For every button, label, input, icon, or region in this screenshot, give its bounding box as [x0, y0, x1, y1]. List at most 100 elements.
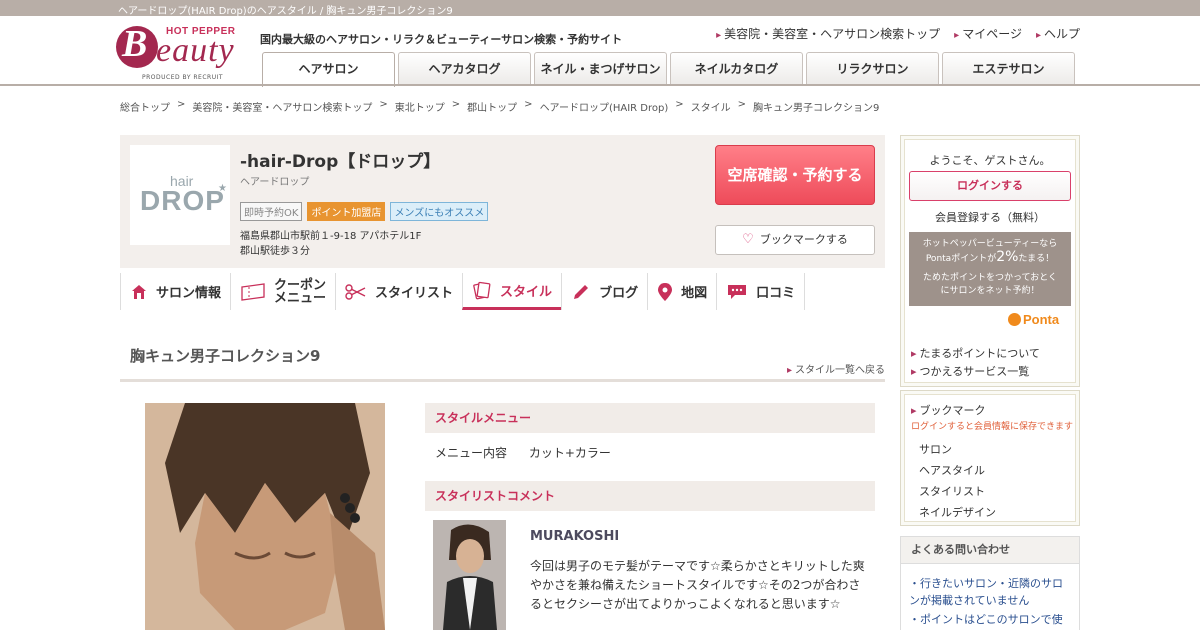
breadcrumb-item[interactable]: 郡山トップ — [467, 99, 517, 114]
ponta-line2b: たまる！ — [1018, 254, 1055, 264]
ponta-line3: ためたポイントをつかっておとく — [922, 273, 1057, 283]
logo-produced-by: PRODUCED BY RECRUIT — [142, 74, 224, 81]
logo-beauty-text: eauty — [156, 32, 235, 69]
ponta-banner[interactable]: ホットペッパービューティーなら Pontaポイントが2%たまる！ ためたポイント… — [909, 232, 1071, 306]
bookmark-item-nail-design[interactable]: ネイルデザイン — [919, 502, 996, 523]
star-icon: ★ — [218, 183, 227, 194]
breadcrumb-item[interactable]: ヘアードロップ(HAIR Drop) — [540, 99, 669, 114]
gnav-tab-nail-catalog[interactable]: ネイルカタログ — [670, 52, 803, 85]
badge-point-member: ポイント加盟店 — [307, 202, 386, 221]
gnav-tab-esthe[interactable]: エステサロン — [942, 52, 1075, 85]
breadcrumb-item[interactable]: スタイル — [691, 99, 731, 114]
subnav-stylist[interactable]: スタイリスト — [335, 273, 462, 310]
breadcrumb-separator: > — [675, 99, 684, 110]
bookmark-note: ログインすると会員情報に保存できます — [911, 422, 1074, 432]
subnav-label: スタイリスト — [375, 286, 454, 301]
subnav-blog[interactable]: ブログ — [561, 273, 647, 310]
badge-mens-recommended: メンズにもオススメ — [390, 202, 489, 221]
style-photo-illustration — [145, 403, 385, 630]
breadcrumb-item[interactable]: 総合トップ — [120, 99, 170, 114]
salon-name[interactable]: -hair-Drop【ドロップ】 — [240, 147, 440, 172]
menu-key: メニュー内容 — [435, 446, 508, 460]
breadcrumb-separator: > — [379, 99, 388, 110]
gnav-tab-nail-eyelash[interactable]: ネイル・まつげサロン — [534, 52, 667, 85]
ponta-percent: 2% — [996, 249, 1019, 265]
style-photo[interactable] — [145, 403, 385, 630]
map-pin-icon — [658, 282, 673, 301]
ponta-links: たまるポイントについて つかえるサービス一覧 — [911, 345, 1040, 381]
faq-item[interactable]: 行きたいサロン・近隣のサロンが掲載されていません — [909, 575, 1069, 609]
login-button[interactable]: ログインする — [909, 171, 1071, 201]
menu-value: カット+カラー — [528, 446, 611, 460]
subnav-coupon-menu[interactable]: クーポン メニュー — [230, 273, 335, 310]
bookmark-item-stylist[interactable]: スタイリスト — [919, 481, 996, 502]
top-link-salon-search[interactable]: 美容院・美容室・ヘアサロン検索トップ — [716, 25, 940, 42]
stylist-photo[interactable] — [433, 520, 506, 630]
sidebar-bookmark-inner: ブックマーク ログインすると会員情報に保存できます サロン ヘアスタイル スタイ… — [904, 394, 1076, 522]
salon-address: 福島県郡山市駅前１-9-18 アパホテル1F — [240, 231, 422, 242]
sidebar-login-box: ようこそ、ゲストさん。 ログインする 会員登録する（無料） ホットペッパービュー… — [900, 135, 1080, 387]
ponta-line2a: Pontaポイントが — [925, 254, 997, 264]
header-divider — [0, 84, 1200, 86]
reserve-button[interactable]: 空席確認・予約する — [715, 145, 875, 205]
breadcrumb-separator: > — [524, 99, 533, 110]
site-tagline: 国内最大級のヘアサロン・リラク＆ビューティーサロン検索・予約サイト — [260, 33, 623, 46]
heart-icon: ♡ — [742, 232, 754, 247]
gnav-tab-relax[interactable]: リラクサロン — [806, 52, 939, 85]
faq-list: 行きたいサロン・近隣のサロンが掲載されていません ポイントはどこのサロンで使 — [900, 564, 1080, 630]
salon-logo-drop: DROP — [140, 185, 225, 216]
breadcrumb-item[interactable]: 東北トップ — [395, 99, 445, 114]
breadcrumb: 総合トップ > 美容院・美容室・ヘアサロン検索トップ > 東北トップ > 郡山トップ >… — [120, 99, 879, 114]
top-link-mypage[interactable]: マイページ — [954, 25, 1022, 42]
breadcrumb-separator: > — [177, 99, 186, 110]
salon-badges: 即時予約OK ポイント加盟店 メンズにもオススメ — [240, 202, 489, 221]
register-link[interactable]: 会員登録する（無料） — [905, 209, 1075, 225]
faq-item[interactable]: ポイントはどこのサロンで使 — [909, 611, 1069, 628]
salon-address-block: 福島県郡山市駅前１-9-18 アパホテル1F 郡山駅徒歩３分 — [240, 229, 421, 259]
stylist-photo-illustration — [433, 520, 506, 630]
style-card-icon — [473, 281, 491, 300]
stylist-comment-heading: スタイリストコメント — [425, 481, 875, 511]
bookmark-list: サロン ヘアスタイル スタイリスト ネイルデザイン — [919, 439, 996, 523]
salon-kana: ヘアードロップ — [240, 177, 310, 188]
gnav-tab-hair-salon[interactable]: ヘアサロン — [262, 52, 395, 87]
bookmark-button[interactable]: ♡ ブックマークする — [715, 225, 875, 255]
breadcrumb-separator: > — [737, 99, 747, 110]
stylist-comment-text: 今回は男子のモテ髪がテーマです☆柔らかさとキリットした爽やかさを兼ね備えたショー… — [530, 559, 865, 611]
top-link-help[interactable]: ヘルプ — [1036, 25, 1080, 42]
breadcrumb-current: 胸キュン男子コレクション9 — [753, 103, 880, 114]
hot-pepper-beauty-logo[interactable]: B HOT PEPPER eauty PRODUCED BY RECRUIT — [116, 23, 246, 82]
title-divider — [120, 379, 885, 382]
subnav-label: 地図 — [681, 286, 708, 301]
subnav-reviews[interactable]: 口コミ — [716, 273, 806, 310]
home-icon — [132, 284, 146, 299]
bookmark-item-hairstyle[interactable]: ヘアスタイル — [919, 460, 996, 481]
subnav-salon-info[interactable]: サロン情報 — [120, 273, 230, 310]
point-info-link[interactable]: たまるポイントについて — [911, 345, 1040, 363]
top-links: 美容院・美容室・ヘアサロン検索トップ マイページ ヘルプ — [716, 25, 1080, 42]
speech-bubble-icon — [728, 284, 747, 299]
scissors-icon — [345, 283, 366, 300]
ponta-logo: Ponta — [1008, 312, 1059, 327]
salon-logo: hair DROP ★ — [130, 145, 230, 245]
page-title: 胸キュン男子コレクション9 — [130, 347, 321, 365]
faq-heading: よくある問い合わせ — [900, 536, 1080, 564]
global-nav: ヘアサロン ヘアカタログ ネイル・まつげサロン ネイルカタログ リラクサロン エ… — [262, 52, 1075, 87]
ponta-line1: ホットペッパービューティーなら — [922, 239, 1058, 249]
subnav-map[interactable]: 地図 — [647, 273, 716, 310]
back-to-style-list-link[interactable]: スタイル一覧へ戻る — [787, 361, 885, 376]
ponta-line2: Pontaポイントが2%たまる！ — [909, 249, 1071, 266]
services-link[interactable]: つかえるサービス一覧 — [911, 363, 1040, 381]
subnav-style[interactable]: スタイル — [462, 273, 562, 310]
subnav-label: スタイル — [500, 284, 553, 300]
style-menu-row: メニュー内容 カット+カラー — [435, 444, 611, 461]
badge-instant-booking: 即時予約OK — [240, 202, 303, 221]
breadcrumb-item[interactable]: 美容院・美容室・ヘアサロン検索トップ — [192, 99, 372, 114]
subnav-label: ブログ — [599, 286, 639, 301]
gnav-tab-hair-catalog[interactable]: ヘアカタログ — [398, 52, 531, 85]
bookmark-item-salon[interactable]: サロン — [919, 439, 996, 460]
stylist-name[interactable]: MURAKOSHI — [530, 529, 619, 544]
sidebar-login-inner: ようこそ、ゲストさん。 ログインする 会員登録する（無料） ホットペッパービュー… — [904, 139, 1076, 383]
welcome-text: ようこそ、ゲストさん。 — [929, 154, 1051, 167]
ponta-line4: にサロンをネット予約！ — [940, 286, 1040, 296]
